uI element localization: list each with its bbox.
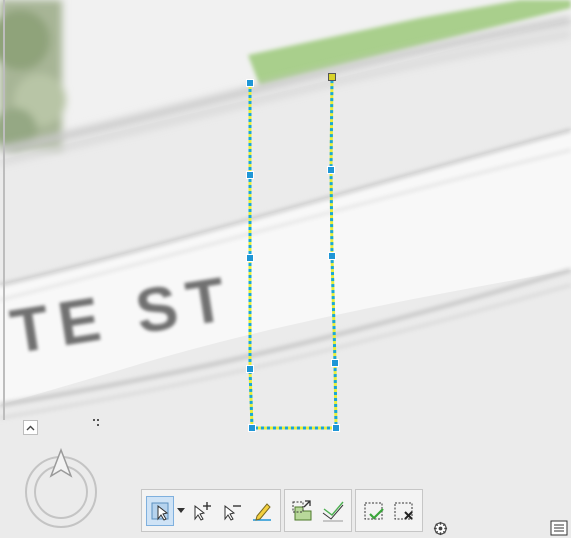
- vertex-handle-selected[interactable]: [328, 73, 336, 81]
- select-vertex-button[interactable]: [146, 495, 174, 526]
- continue-feature-button[interactable]: [248, 496, 276, 526]
- vertex-handle[interactable]: [246, 365, 254, 373]
- remove-vertex-icon: [224, 504, 241, 521]
- vertex-handle[interactable]: [246, 79, 254, 87]
- remove-vertex-button[interactable]: [218, 496, 246, 526]
- reshape-icon: [292, 499, 312, 520]
- add-vertex-button[interactable]: [188, 496, 216, 526]
- discard-sketch-button[interactable]: [390, 496, 418, 526]
- vertex-handle[interactable]: [248, 424, 256, 432]
- vegetation-area: [0, 0, 66, 152]
- vertex-handle[interactable]: [246, 171, 254, 179]
- discard-sketch-icon: [394, 502, 413, 520]
- vertex-handle[interactable]: [328, 252, 336, 260]
- collapse-button[interactable]: [23, 420, 38, 435]
- add-vertex-icon: [194, 501, 211, 521]
- attribute-panel-icon[interactable]: [549, 517, 569, 537]
- chevron-up-icon: [26, 425, 35, 430]
- split-button[interactable]: [319, 496, 347, 526]
- vertex-handle[interactable]: [332, 424, 340, 432]
- grip-icon[interactable]: [92, 418, 100, 428]
- split-icon: [322, 501, 344, 521]
- editing-toolbar: [141, 489, 440, 532]
- select-tool-dropdown[interactable]: [176, 496, 186, 526]
- finish-sketch-button[interactable]: [360, 496, 388, 526]
- continue-feature-icon: [253, 502, 271, 521]
- toolbar-group-selection: [141, 489, 281, 532]
- finish-sketch-icon: [364, 502, 384, 520]
- vertex-handle[interactable]: [331, 359, 339, 367]
- gear-icon[interactable]: [433, 521, 448, 536]
- vertex-handle[interactable]: [246, 254, 254, 262]
- dropdown-arrow-icon: [177, 508, 185, 513]
- select-vertex-icon: [151, 502, 169, 521]
- toolbar-group-geometry: [284, 489, 352, 532]
- vertex-handle[interactable]: [327, 166, 335, 174]
- toolbar-group-finish: [355, 489, 423, 532]
- compass-navigator-icon[interactable]: [22, 448, 100, 528]
- reshape-button[interactable]: [289, 496, 317, 526]
